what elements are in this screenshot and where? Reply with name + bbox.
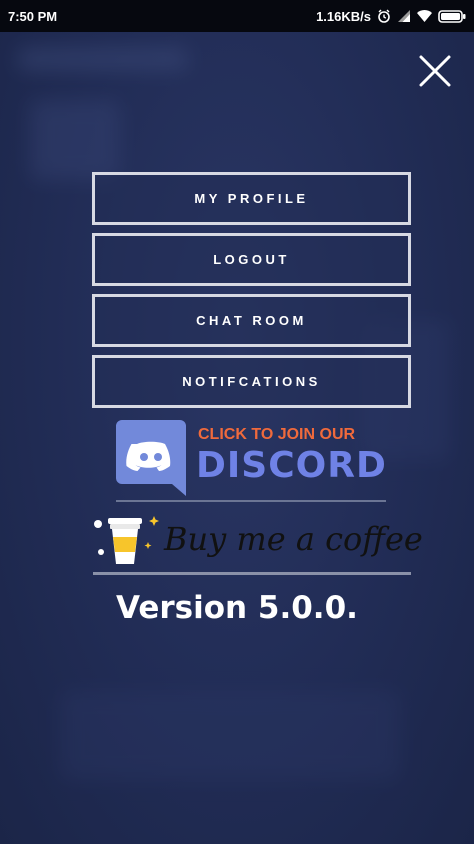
discord-tagline: CLICK TO JOIN OUR — [198, 426, 356, 443]
divider — [116, 500, 386, 502]
signal-icon — [397, 10, 411, 22]
background-blur — [18, 48, 188, 70]
discord-logo-icon — [116, 420, 186, 496]
status-right: 1.16KB/s — [316, 9, 466, 24]
alarm-icon — [377, 9, 391, 23]
drawer-menu: MY PROFILE LOGOUT CHAT ROOM NOTIFCATIONS — [92, 172, 411, 416]
coffee-cup-icon — [94, 516, 159, 564]
close-button[interactable] — [418, 54, 452, 88]
notifications-button[interactable]: NOTIFCATIONS — [92, 355, 411, 408]
background-blur — [60, 690, 400, 780]
version-label: Version 5.0.0. — [116, 590, 358, 626]
background-blur — [30, 100, 120, 180]
close-icon — [419, 55, 451, 87]
coffee-text: Buy me a coffee — [164, 520, 423, 558]
status-time: 7:50 PM — [8, 8, 58, 24]
discord-join-banner[interactable]: CLICK TO JOIN OUR DISCORD — [116, 420, 391, 498]
status-bar: 7:50 PM 1.16KB/s — [0, 0, 474, 32]
discord-wordmark: DISCORD — [196, 445, 387, 486]
battery-icon — [438, 9, 466, 23]
buy-me-a-coffee-link[interactable]: Buy me a coffee — [90, 512, 423, 570]
logout-button[interactable]: LOGOUT — [92, 233, 411, 286]
network-speed: 1.16KB/s — [316, 8, 371, 24]
wifi-icon — [417, 10, 432, 22]
divider — [93, 572, 411, 575]
my-profile-button[interactable]: MY PROFILE — [92, 172, 411, 225]
chat-room-button[interactable]: CHAT ROOM — [92, 294, 411, 347]
